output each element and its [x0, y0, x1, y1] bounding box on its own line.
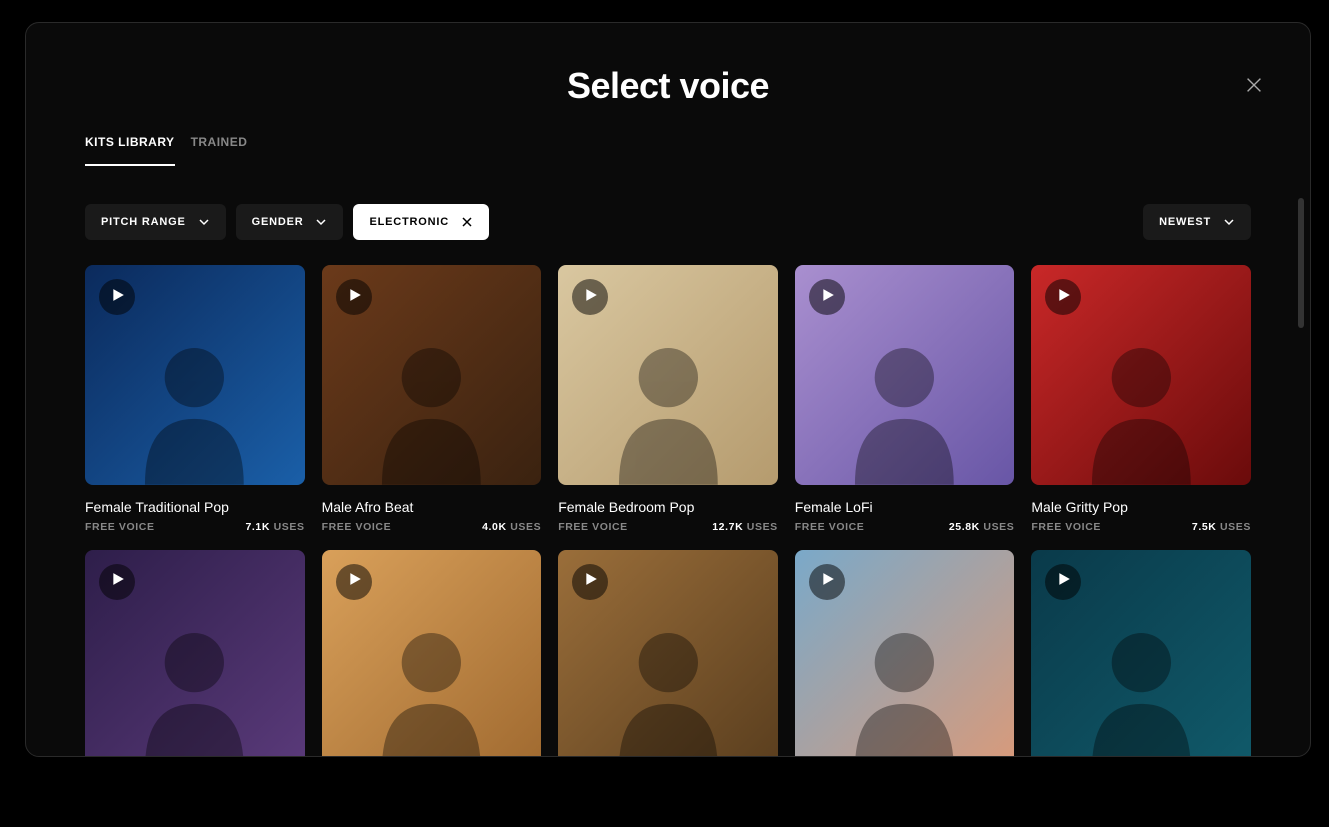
play-icon: [819, 572, 835, 591]
voice-badge: FREE VOICE: [795, 521, 865, 533]
close-icon: [1243, 74, 1265, 101]
voice-card[interactable]: Male Gritty Pop FREE VOICE 7.5K USES: [1031, 265, 1251, 533]
voice-meta: FREE VOICE 7.5K USES: [1031, 521, 1251, 533]
voice-uses: 12.7K USES: [712, 521, 778, 533]
play-button[interactable]: [572, 564, 608, 600]
voice-card[interactable]: [795, 550, 1015, 757]
voice-title: Female Traditional Pop: [85, 499, 305, 515]
voice-card[interactable]: [322, 550, 542, 757]
sort-dropdown[interactable]: NEWEST: [1143, 204, 1251, 240]
play-button[interactable]: [336, 564, 372, 600]
voice-card[interactable]: Female Bedroom Pop FREE VOICE 12.7K USES: [558, 265, 778, 533]
voice-card[interactable]: [85, 550, 305, 757]
play-icon: [582, 288, 598, 307]
voice-meta: FREE VOICE 12.7K USES: [558, 521, 778, 533]
play-icon: [109, 288, 125, 307]
tab-kits-library[interactable]: KITS LIBRARY: [85, 125, 175, 166]
voice-thumbnail: [85, 550, 305, 757]
voice-uses: 4.0K USES: [482, 521, 541, 533]
voice-thumbnail: [795, 550, 1015, 757]
chevron-down-icon: [1223, 216, 1235, 228]
voice-thumbnail: [1031, 265, 1251, 485]
filter-label: GENDER: [252, 216, 304, 228]
tabs: KITS LIBRARY TRAINED: [26, 125, 1310, 167]
select-voice-modal: Select voice KITS LIBRARY TRAINED PITCH …: [25, 22, 1311, 757]
voice-thumbnail: [558, 265, 778, 485]
play-icon: [346, 288, 362, 307]
chevron-down-icon: [198, 216, 210, 228]
play-button[interactable]: [809, 564, 845, 600]
voice-badge: FREE VOICE: [322, 521, 392, 533]
play-button[interactable]: [336, 279, 372, 315]
play-icon: [1055, 572, 1071, 591]
modal-title: Select voice: [567, 65, 769, 107]
voice-thumbnail: [85, 265, 305, 485]
play-icon: [1055, 288, 1071, 307]
play-icon: [109, 572, 125, 591]
filter-gender[interactable]: GENDER: [236, 204, 344, 240]
voice-card[interactable]: [1031, 550, 1251, 757]
voice-grid: Female Traditional Pop FREE VOICE 7.1K U…: [26, 240, 1310, 757]
remove-icon: [461, 216, 473, 228]
voice-card[interactable]: Male Afro Beat FREE VOICE 4.0K USES: [322, 265, 542, 533]
voice-meta: FREE VOICE 4.0K USES: [322, 521, 542, 533]
play-button[interactable]: [1045, 564, 1081, 600]
close-button[interactable]: [1238, 71, 1270, 103]
filters-right: NEWEST: [1143, 204, 1251, 240]
voice-title: Female LoFi: [795, 499, 1015, 515]
voice-card[interactable]: Female LoFi FREE VOICE 25.8K USES: [795, 265, 1015, 533]
play-button[interactable]: [809, 279, 845, 315]
play-icon: [346, 572, 362, 591]
voice-thumbnail: [795, 265, 1015, 485]
voice-thumbnail: [322, 265, 542, 485]
filter-label: PITCH RANGE: [101, 216, 186, 228]
filter-pitch-range[interactable]: PITCH RANGE: [85, 204, 226, 240]
scrollbar[interactable]: [1298, 198, 1304, 328]
sort-label: NEWEST: [1159, 216, 1211, 228]
play-icon: [819, 288, 835, 307]
voice-title: Female Bedroom Pop: [558, 499, 778, 515]
voice-card[interactable]: [558, 550, 778, 757]
voice-title: Male Afro Beat: [322, 499, 542, 515]
play-button[interactable]: [99, 564, 135, 600]
voice-uses: 7.1K USES: [245, 521, 304, 533]
play-icon: [582, 572, 598, 591]
play-button[interactable]: [99, 279, 135, 315]
voice-badge: FREE VOICE: [558, 521, 628, 533]
play-button[interactable]: [572, 279, 608, 315]
voice-thumbnail: [1031, 550, 1251, 757]
voice-card[interactable]: Female Traditional Pop FREE VOICE 7.1K U…: [85, 265, 305, 533]
chevron-down-icon: [315, 216, 327, 228]
voice-uses: 7.5K USES: [1192, 521, 1251, 533]
voice-uses: 25.8K USES: [949, 521, 1015, 533]
voice-thumbnail: [558, 550, 778, 757]
tab-trained[interactable]: TRAINED: [191, 125, 248, 166]
voice-title: Male Gritty Pop: [1031, 499, 1251, 515]
voice-thumbnail: [322, 550, 542, 757]
voice-badge: FREE VOICE: [1031, 521, 1101, 533]
filter-label: ELECTRONIC: [369, 216, 449, 228]
filter-tag-electronic[interactable]: ELECTRONIC: [353, 204, 489, 240]
voice-badge: FREE VOICE: [85, 521, 155, 533]
filters-row: PITCH RANGE GENDER ELECTRONIC NEWEST: [26, 167, 1310, 240]
modal-header: Select voice: [26, 23, 1310, 125]
filters-left: PITCH RANGE GENDER ELECTRONIC: [85, 204, 489, 240]
voice-meta: FREE VOICE 25.8K USES: [795, 521, 1015, 533]
voice-meta: FREE VOICE 7.1K USES: [85, 521, 305, 533]
